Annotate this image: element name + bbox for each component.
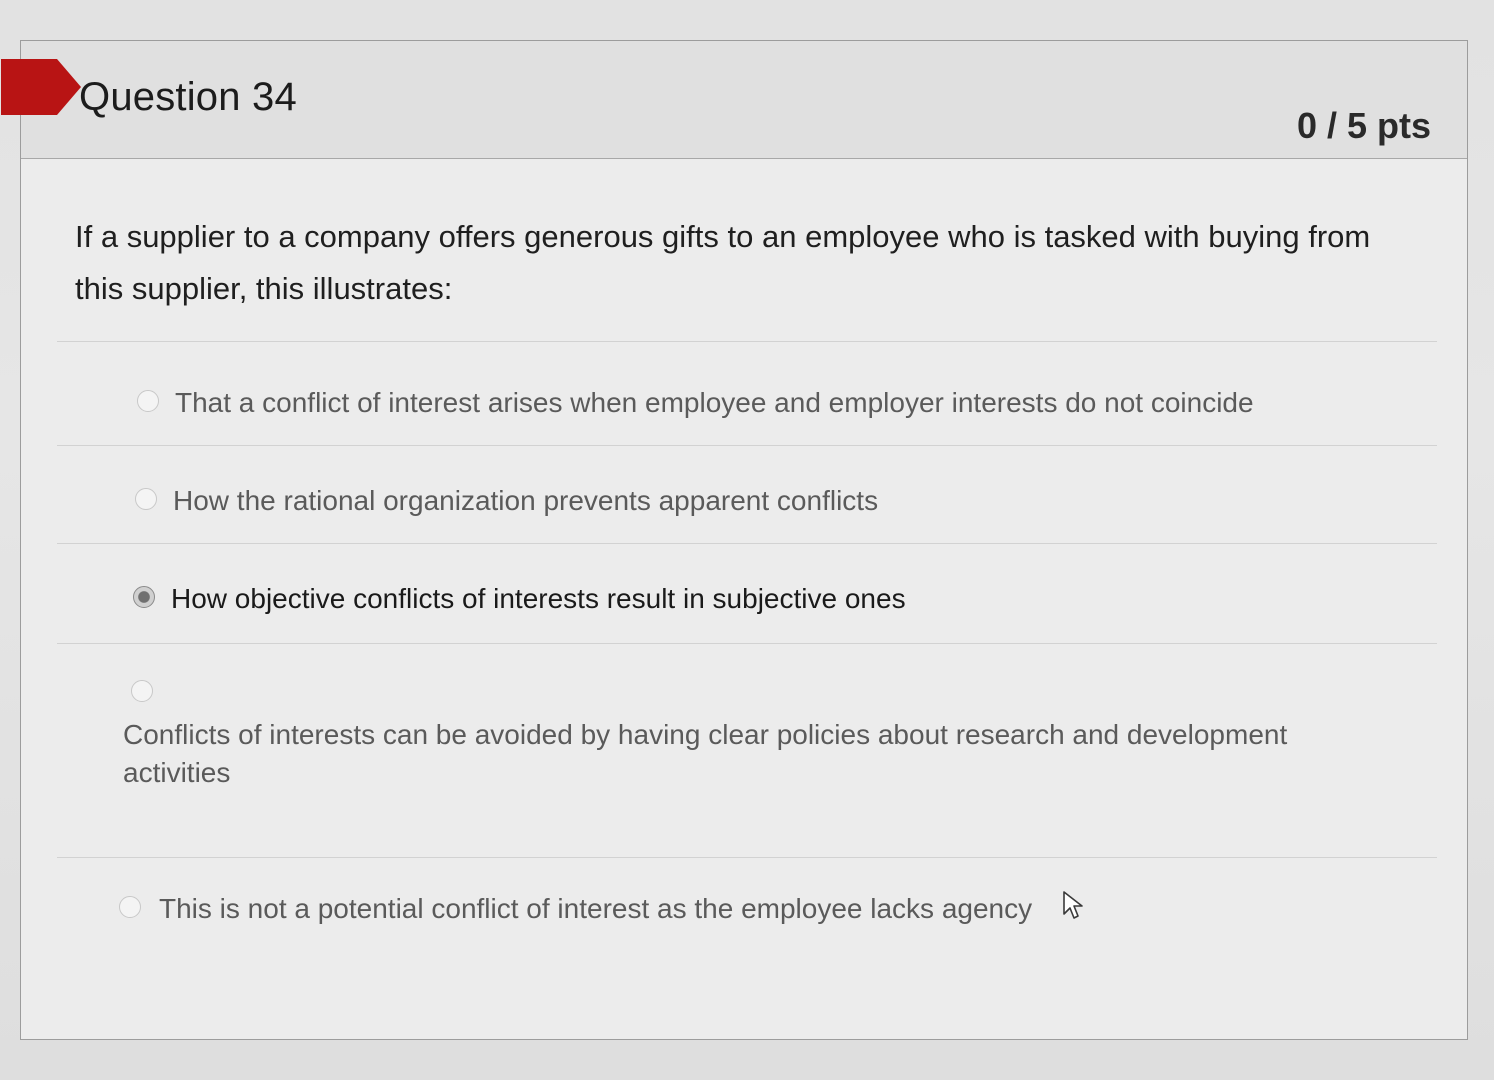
- answer-option-3[interactable]: How objective conflicts of interests res…: [57, 543, 1437, 643]
- radio-button[interactable]: [137, 390, 159, 412]
- question-flag-icon[interactable]: [1, 59, 81, 115]
- answer-label: How the rational organization prevents a…: [173, 485, 879, 516]
- answer-label: This is not a potential conflict of inte…: [159, 893, 1033, 924]
- answer-list: That a conflict of interest arises when …: [57, 341, 1437, 957]
- radio-button-selected[interactable]: [133, 586, 155, 608]
- radio-button[interactable]: [131, 680, 153, 702]
- question-card: Question 34 0 / 5 pts If a supplier to a…: [1, 40, 1468, 1040]
- answer-label: Conflicts of interests can be avoided by…: [123, 719, 1288, 788]
- question-points: 0 / 5 pts: [1296, 105, 1431, 146]
- question-title: Question 34: [79, 75, 297, 119]
- answer-label: That a conflict of interest arises when …: [175, 387, 1254, 418]
- mouse-pointer-icon: [1063, 891, 1083, 919]
- question-header: Question 34 0 / 5 pts: [1, 41, 1467, 159]
- answer-option-5[interactable]: This is not a potential conflict of inte…: [57, 857, 1437, 957]
- answer-option-1[interactable]: That a conflict of interest arises when …: [57, 341, 1437, 445]
- answer-option-2[interactable]: How the rational organization prevents a…: [57, 445, 1437, 543]
- question-text: If a supplier to a company offers genero…: [75, 219, 1371, 306]
- radio-button[interactable]: [135, 488, 157, 510]
- answer-option-4[interactable]: Conflicts of interests can be avoided by…: [57, 643, 1437, 857]
- answer-label: How objective conflicts of interests res…: [171, 583, 906, 614]
- radio-button[interactable]: [119, 896, 141, 918]
